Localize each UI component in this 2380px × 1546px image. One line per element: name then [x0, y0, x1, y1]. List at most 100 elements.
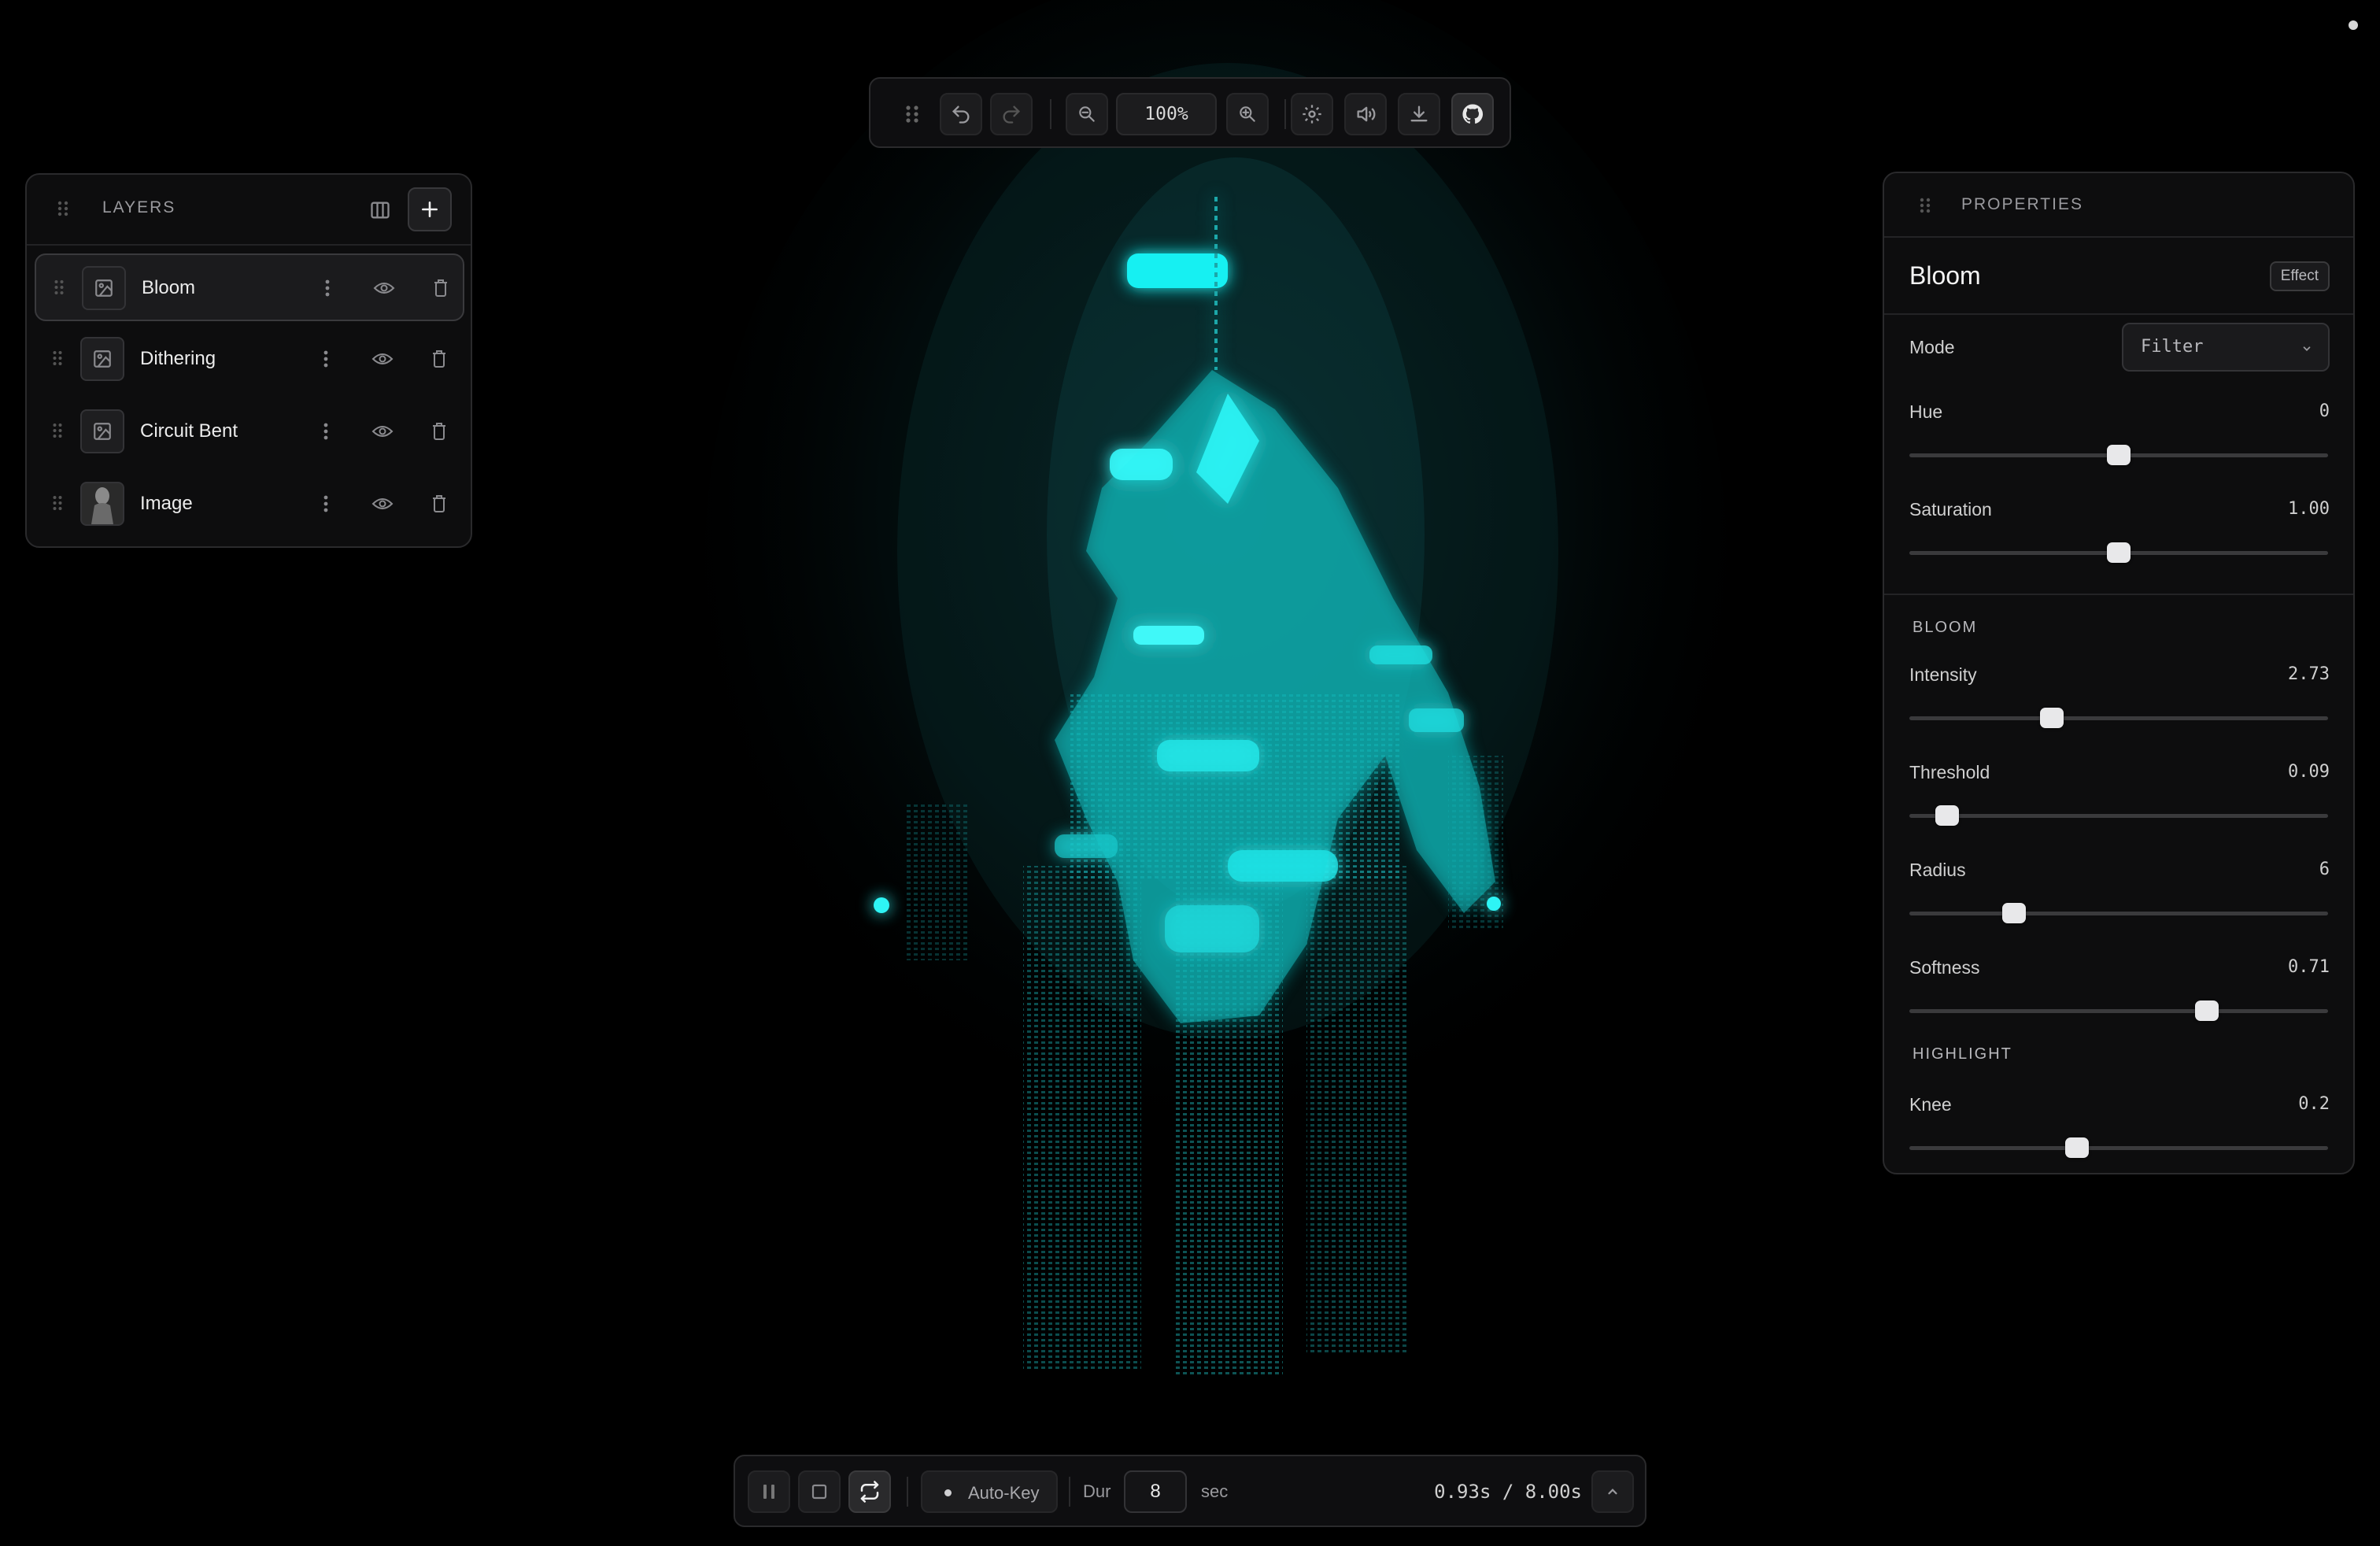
delete-trash-icon[interactable]	[425, 417, 453, 446]
seconds-label: sec	[1201, 1481, 1229, 1501]
visibility-eye-icon[interactable]	[368, 490, 397, 518]
effect-layer-icon	[80, 409, 124, 453]
visibility-eye-icon[interactable]	[368, 417, 397, 446]
layer-row[interactable]: Circuit Bent	[35, 398, 464, 466]
properties-title: PROPERTIES	[1961, 195, 2083, 213]
more-options-icon[interactable]	[312, 417, 340, 446]
columns-icon	[371, 202, 390, 219]
loop-button[interactable]	[848, 1470, 891, 1513]
drag-handle-icon[interactable]	[1919, 197, 1931, 218]
visibility-eye-icon[interactable]	[368, 345, 397, 373]
delete-trash-icon[interactable]	[425, 345, 453, 373]
add-layer-button[interactable]	[408, 187, 452, 231]
softness-value: 0.71	[2288, 957, 2330, 977]
more-options-icon[interactable]	[313, 274, 342, 302]
layer-row[interactable]: Bloom	[35, 253, 464, 321]
knee-slider-thumb[interactable]	[2064, 1137, 2089, 1158]
intensity-value: 2.73	[2288, 664, 2330, 684]
time-display: 0.93s / 8.00s	[1434, 1481, 1582, 1503]
layer-name: Bloom	[142, 277, 196, 298]
zoom-in-button[interactable]	[1226, 93, 1269, 135]
drag-handle-icon[interactable]	[52, 494, 63, 516]
hue-value: 0	[2319, 401, 2330, 421]
layer-row[interactable]: Image	[35, 471, 464, 538]
zoom-out-button[interactable]	[1066, 93, 1108, 135]
duration-input[interactable]: 8	[1124, 1470, 1187, 1513]
auto-key-toggle[interactable]: Auto-Key	[921, 1470, 1058, 1513]
github-button[interactable]	[1451, 93, 1494, 135]
effect-layer-icon	[82, 266, 126, 310]
visibility-eye-icon[interactable]	[370, 274, 398, 302]
stop-icon	[811, 1484, 827, 1500]
top-toolbar: 100%	[869, 77, 1511, 148]
softness-label: Softness	[1909, 957, 1980, 978]
chevron-down-icon	[2303, 346, 2311, 351]
redo-button[interactable]	[990, 93, 1033, 135]
playback-bar: Auto-Key Dur 8 sec 0.93s / 8.00s	[734, 1455, 1646, 1527]
zoom-in-icon	[1240, 106, 1255, 122]
properties-panel: PROPERTIES Bloom Effect Mode Filter Hue 0…	[1883, 172, 2355, 1174]
duration-label: Dur	[1083, 1481, 1111, 1501]
highlight-section-heading: HIGHLIGHT	[1913, 1045, 2012, 1063]
status-indicator-icon	[2349, 20, 2358, 30]
pause-icon	[763, 1485, 774, 1499]
columns-toggle-button[interactable]	[364, 194, 397, 227]
stop-button[interactable]	[798, 1470, 841, 1513]
layer-row[interactable]: Dithering	[35, 326, 464, 394]
auto-key-label: Auto-Key	[968, 1483, 1040, 1503]
softness-slider[interactable]	[1909, 1000, 2328, 1021]
undo-icon	[952, 105, 970, 124]
chevron-up-icon	[1608, 1489, 1617, 1495]
hue-slider-thumb[interactable]	[2107, 445, 2131, 465]
expand-timeline-button[interactable]	[1591, 1470, 1634, 1513]
radius-label: Radius	[1909, 860, 1966, 880]
saturation-slider-thumb[interactable]	[2107, 542, 2131, 563]
layer-name: Circuit Bent	[140, 420, 238, 442]
zoom-level[interactable]: 100%	[1116, 93, 1217, 135]
knee-label: Knee	[1909, 1094, 1952, 1115]
github-icon	[1462, 104, 1484, 124]
delete-trash-icon[interactable]	[425, 490, 453, 518]
layer-thumbnail	[80, 482, 124, 526]
intensity-slider-thumb[interactable]	[2039, 708, 2064, 728]
knee-slider[interactable]	[1909, 1137, 2328, 1158]
hue-label: Hue	[1909, 401, 1943, 422]
effect-name: Bloom	[1909, 261, 1981, 290]
sound-icon	[1357, 106, 1376, 122]
knee-value: 0.2	[2298, 1094, 2330, 1114]
saturation-slider[interactable]	[1909, 542, 2328, 563]
radius-slider-thumb[interactable]	[2002, 903, 2026, 923]
mode-label: Mode	[1909, 337, 1955, 357]
sound-button[interactable]	[1344, 93, 1387, 135]
delete-trash-icon[interactable]	[427, 274, 455, 302]
saturation-label: Saturation	[1909, 499, 1992, 520]
more-options-icon[interactable]	[312, 345, 340, 373]
radius-slider[interactable]	[1909, 903, 2328, 923]
threshold-value: 0.09	[2288, 762, 2330, 782]
drag-handle-icon[interactable]	[52, 350, 63, 371]
drag-handle-icon[interactable]	[57, 200, 69, 221]
layer-name: Image	[140, 493, 193, 514]
drag-handle-icon[interactable]	[52, 422, 63, 443]
undo-button[interactable]	[940, 93, 982, 135]
pause-button[interactable]	[748, 1470, 790, 1513]
zoom-out-icon	[1079, 106, 1095, 122]
intensity-slider[interactable]	[1909, 708, 2328, 728]
effect-layer-icon	[80, 337, 124, 381]
hue-slider[interactable]	[1909, 445, 2328, 465]
download-button[interactable]	[1398, 93, 1440, 135]
effect-type-badge: Effect	[2269, 261, 2330, 291]
radius-value: 6	[2319, 860, 2330, 879]
drag-handle-icon[interactable]	[54, 279, 65, 300]
threshold-slider[interactable]	[1909, 805, 2328, 826]
intensity-label: Intensity	[1909, 664, 1977, 685]
mode-select[interactable]: Filter	[2122, 323, 2330, 372]
layers-panel: LAYERS Bloom Dithering Circuit Bent Image	[25, 173, 472, 548]
drag-handle-icon[interactable]	[891, 93, 933, 135]
layers-title: LAYERS	[102, 198, 176, 216]
settings-button[interactable]	[1291, 93, 1333, 135]
threshold-slider-thumb[interactable]	[1935, 805, 1959, 826]
status-dot-icon	[944, 1489, 952, 1496]
more-options-icon[interactable]	[312, 490, 340, 518]
softness-slider-thumb[interactable]	[2194, 1000, 2219, 1021]
